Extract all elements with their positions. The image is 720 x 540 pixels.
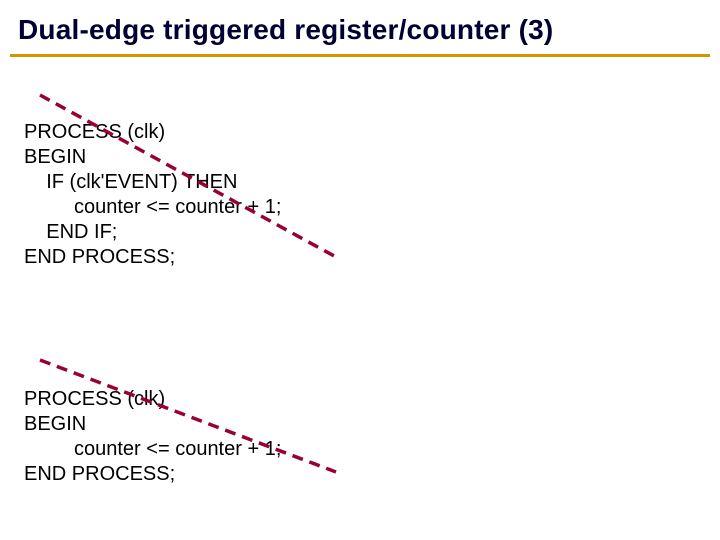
code-line: PROCESS (clk) — [24, 121, 165, 143]
code-block-1: PROCESS (clk) BEGIN IF (clk'EVENT) THEN … — [24, 95, 720, 320]
code-line: counter <= counter + 1; — [24, 196, 281, 218]
code-line: END PROCESS; — [24, 246, 175, 268]
code-line: IF (clk'EVENT) THEN — [24, 171, 237, 193]
code-line: counter <= counter + 1; — [24, 438, 281, 460]
code-block-2: PROCESS (clk) BEGIN counter <= counter +… — [24, 362, 720, 537]
code-line: END PROCESS; — [24, 463, 175, 485]
code-line: BEGIN — [24, 413, 86, 435]
code-line: BEGIN — [24, 146, 86, 168]
slide-content: PROCESS (clk) BEGIN IF (clk'EVENT) THEN … — [0, 57, 720, 537]
slide-title: Dual-edge triggered register/counter (3) — [0, 0, 720, 46]
code-line: END IF; — [24, 221, 117, 243]
code-line: PROCESS (clk) — [24, 388, 165, 410]
